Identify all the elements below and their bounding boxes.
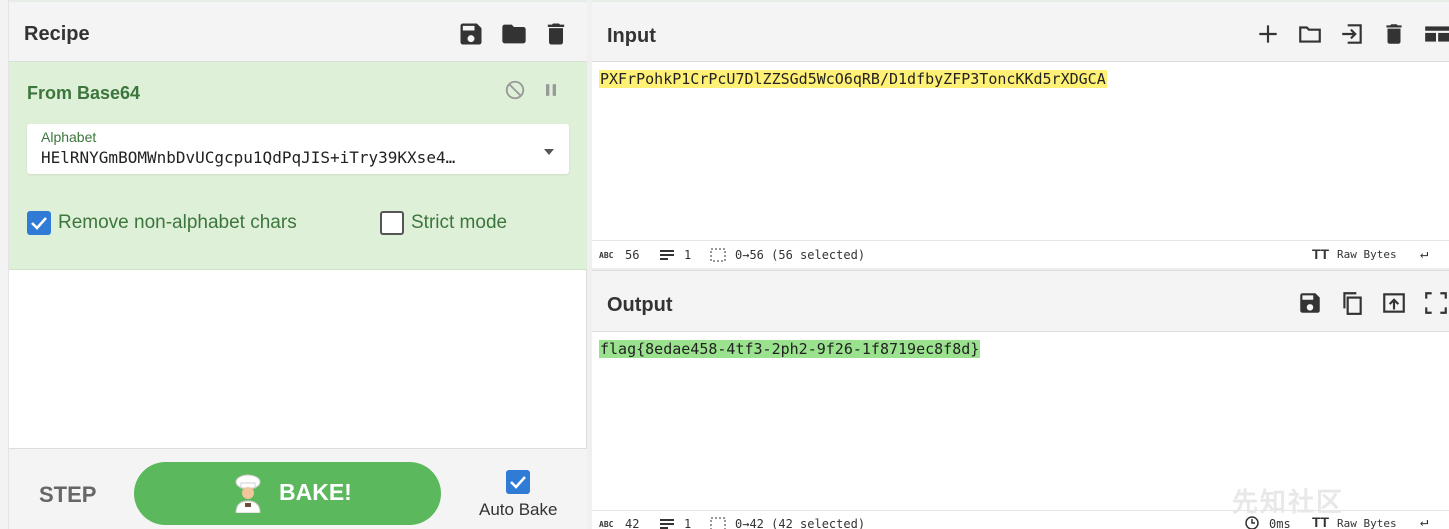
output-line-count: 1	[684, 517, 692, 529]
recipe-footer: STEP BAKE! Auto Bake	[9, 448, 587, 529]
strict-mode-checkbox[interactable]	[380, 211, 404, 235]
io-panel: Input PXFrPohkP1CrPcU7DlZZSGd5WcO6qRB/D1…	[592, 0, 1449, 529]
copy-output-icon[interactable]	[1339, 290, 1365, 316]
remove-nonalphabet-label[interactable]: Remove non-alphabet chars	[58, 212, 297, 234]
bake-label: BAKE!	[279, 479, 352, 505]
line-ending-icon[interactable]: ↵	[1420, 246, 1428, 262]
line-ending-icon[interactable]: ↵	[1420, 514, 1428, 529]
recipe-title: Recipe	[24, 23, 90, 45]
bake-button[interactable]: BAKE!	[134, 462, 441, 525]
output-encoding[interactable]: Raw Bytes	[1337, 517, 1397, 529]
maximise-output-icon[interactable]	[1423, 290, 1449, 316]
remove-nonalphabet-checkbox[interactable]	[27, 211, 51, 235]
replace-input-icon[interactable]	[1381, 290, 1407, 316]
chef-icon	[230, 473, 266, 514]
text-encoding-icon[interactable]: TT	[1312, 246, 1329, 262]
save-recipe-icon[interactable]	[457, 20, 485, 48]
left-edge	[0, 0, 9, 529]
save-output-icon[interactable]	[1297, 290, 1323, 316]
selection-icon	[710, 248, 726, 262]
clear-recipe-trash-icon[interactable]	[542, 20, 570, 48]
input-line-count: 1	[684, 248, 692, 262]
input-char-count: 56	[625, 248, 640, 262]
input-title: Input	[607, 25, 656, 47]
chevron-down-icon[interactable]	[543, 144, 555, 155]
operation-from-base64[interactable]: From Base64 Alphabet HElRNYGmBOMWnbDvUCg…	[9, 62, 587, 270]
operation-name: From Base64	[27, 83, 141, 103]
output-char-count: 42	[625, 517, 640, 529]
open-file-icon[interactable]	[1339, 21, 1365, 47]
step-button[interactable]: STEP	[39, 482, 96, 508]
check-icon	[31, 217, 47, 230]
breakpoint-pause-icon[interactable]	[541, 80, 561, 100]
input-selection: 0→56 (56 selected)	[735, 248, 866, 262]
recipe-panel: Recipe From Base64 Alphabet HElRNYGmBOMW…	[0, 0, 587, 529]
clear-input-trash-icon[interactable]	[1381, 21, 1407, 47]
abc-icon: ABC	[599, 520, 614, 529]
autobake-label[interactable]: Auto Bake	[479, 500, 557, 520]
load-recipe-folder-icon[interactable]	[500, 20, 528, 48]
layout-panes-icon[interactable]	[1423, 21, 1449, 47]
input-textarea[interactable]: PXFrPohkP1CrPcU7DlZZSGd5WcO6qRB/D1dfbyZF…	[592, 62, 1449, 240]
output-text[interactable]: flag{8edae458-4tf3-2ph2-9f26-1f8719ec8f8…	[599, 340, 981, 358]
disable-operation-icon[interactable]	[504, 79, 526, 101]
input-text[interactable]: PXFrPohkP1CrPcU7DlZZSGd5WcO6qRB/D1dfbyZF…	[599, 70, 1107, 88]
add-tab-plus-icon[interactable]	[1255, 21, 1281, 47]
lines-icon	[659, 517, 675, 529]
input-encoding[interactable]: Raw Bytes	[1337, 248, 1397, 261]
input-header: Input	[592, 0, 1449, 62]
alphabet-select[interactable]: Alphabet HElRNYGmBOMWnbDvUCgcpu1QdPqJIS+…	[27, 124, 569, 174]
output-title: Output	[607, 294, 673, 316]
watermark-text: 先知社区	[1232, 487, 1345, 517]
open-folder-icon[interactable]	[1297, 21, 1323, 47]
selection-icon	[710, 517, 726, 529]
lines-icon	[659, 248, 675, 262]
output-header: Output	[592, 270, 1449, 332]
alphabet-value: HElRNYGmBOMWnbDvUCgcpu1QdPqJIS+iTry39KXs…	[41, 148, 456, 167]
alphabet-label: Alphabet	[41, 129, 97, 145]
recipe-header: Recipe	[9, 0, 587, 62]
strict-mode-label[interactable]: Strict mode	[411, 212, 507, 234]
output-selection: 0→42 (42 selected)	[735, 517, 866, 529]
abc-icon: ABC	[599, 251, 614, 260]
input-status-bar: ABC 56 1 0→56 (56 selected) TT Raw Bytes…	[592, 240, 1449, 268]
autobake-checkbox[interactable]	[506, 470, 530, 494]
check-icon	[510, 476, 526, 489]
